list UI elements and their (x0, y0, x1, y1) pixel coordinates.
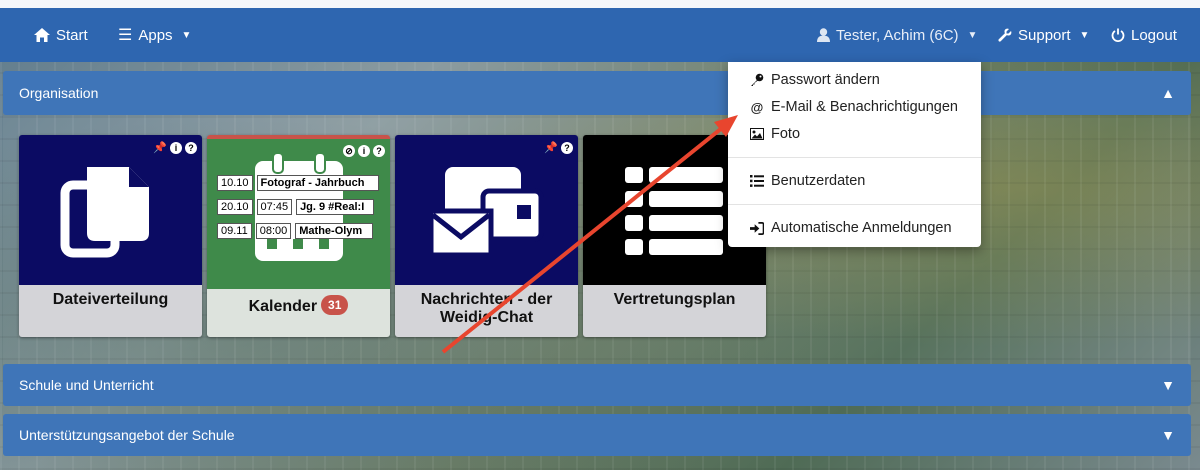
pin-icon[interactable]: 📌 (153, 141, 167, 154)
tile-dateiverteilung-image: 📌 i ? (19, 135, 202, 285)
nav-support[interactable]: Support ▼ (998, 8, 1089, 62)
image-icon (750, 128, 764, 140)
menu-item-foto-label: Foto (771, 126, 801, 142)
tile-kalender[interactable]: 10.10 Fotograf - Jahrbuch 20.10 07:45 Jg… (207, 135, 390, 337)
sign-in-icon (750, 221, 764, 235)
caret-down-icon: ▼ (181, 29, 192, 41)
user-dropdown-menu: Passwort ändern @ E-Mail & Benachrichtig… (728, 62, 981, 247)
pin-icon[interactable]: 📌 (544, 141, 558, 154)
tile-kalender-label-wrap: Kalender 31 (207, 289, 390, 337)
help-icon[interactable]: ? (561, 141, 573, 154)
menu-item-auto-anmeldung[interactable]: Automatische Anmeldungen (750, 220, 952, 236)
calendar-entry-date: 09.11 (217, 223, 252, 239)
panel-schule-header[interactable]: Schule und Unterricht ▼ (3, 364, 1191, 406)
chevron-down-icon: ▼ (1161, 427, 1175, 443)
menu-item-email[interactable]: @ E-Mail & Benachrichtigungen (750, 99, 958, 115)
tile-dateiverteilung-label: Dateiverteilung (19, 285, 202, 337)
tile-kalender-image: 10.10 Fotograf - Jahrbuch 20.10 07:45 Jg… (207, 139, 390, 289)
menu-item-benutzerdaten-label: Benutzerdaten (771, 173, 866, 189)
tile-nachrichten[interactable]: 📌 ? Nachrichten - der Weidig-Chat (395, 135, 578, 337)
help-icon[interactable]: ? (185, 141, 197, 154)
menu-icon: ☰ (118, 27, 133, 44)
tile-kalender-label: Kalender (248, 298, 318, 315)
calendar-entry-date: 10.10 (217, 175, 253, 191)
menu-divider (728, 204, 981, 205)
panel-organisation-title: Organisation (19, 85, 99, 101)
calendar-entry: 10.10 Fotograf - Jahrbuch (217, 175, 379, 191)
nav-user-label: Tester, Achim (6C) (836, 26, 959, 44)
home-icon (34, 28, 50, 42)
menu-item-benutzerdaten[interactable]: Benutzerdaten (750, 173, 865, 189)
nav-support-label: Support (1018, 26, 1071, 44)
calendar-entry-title: Jg. 9 #Real:I (296, 199, 375, 215)
tile-dateiverteilung[interactable]: 📌 i ? Dateiverteilung (19, 135, 202, 337)
list-icon (750, 175, 764, 187)
nav-user-menu[interactable]: Tester, Achim (6C) ▼ (817, 8, 977, 62)
chevron-up-icon: ▲ (1161, 85, 1175, 101)
nav-apps[interactable]: ☰ Apps ▼ (118, 8, 191, 62)
menu-item-foto[interactable]: Foto (750, 126, 800, 142)
copy-icon (60, 167, 149, 258)
caret-down-icon: ▼ (1079, 29, 1090, 41)
caret-down-icon: ▼ (967, 29, 978, 41)
nav-start[interactable]: Start (34, 8, 88, 62)
tile-nachrichten-label: Nachrichten - der Weidig-Chat (395, 285, 578, 337)
menu-item-email-label: E-Mail & Benachrichtigungen (771, 99, 958, 115)
menu-divider (728, 157, 981, 158)
tile-nachrichten-image: 📌 ? (395, 135, 578, 285)
panel-unterstuetzung-title: Unterstützungsangebot der Schule (19, 427, 235, 443)
kalender-count-badge: 31 (321, 295, 349, 315)
at-icon: @ (750, 99, 764, 115)
key-icon (750, 73, 764, 87)
envelopes-icon (428, 167, 544, 258)
panel-organisation-header[interactable]: Organisation ▲ (3, 71, 1191, 115)
hide-icon[interactable]: ⊘ (343, 145, 355, 157)
user-icon (817, 28, 830, 42)
calendar-entry: 20.10 07:45 Jg. 9 #Real:I (217, 199, 375, 215)
menu-item-auto-anmeldung-label: Automatische Anmeldungen (771, 220, 952, 236)
calendar-entry-time: 08:00 (255, 223, 292, 239)
power-icon (1111, 28, 1125, 42)
menu-item-passwort[interactable]: Passwort ändern (750, 72, 880, 88)
chevron-down-icon: ▼ (1161, 377, 1175, 393)
menu-item-passwort-label: Passwort ändern (771, 72, 880, 88)
calendar-entry-title: Mathe-Olym (295, 223, 374, 239)
help-icon[interactable]: ? (373, 145, 385, 157)
panel-unterstuetzung-header[interactable]: Unterstützungsangebot der Schule ▼ (3, 414, 1191, 456)
info-icon[interactable]: i (358, 145, 370, 157)
tile-vertretungsplan-label: Vertretungsplan (583, 285, 766, 337)
calendar-entry-time: 07:45 (256, 199, 293, 215)
calendar-entry-date: 20.10 (217, 199, 253, 215)
wrench-icon (998, 28, 1012, 42)
info-icon[interactable]: i (170, 141, 182, 154)
calendar-entry: 09.11 08:00 Mathe-Olym (217, 223, 374, 239)
nav-logout-label: Logout (1131, 26, 1177, 44)
nav-logout[interactable]: Logout (1111, 8, 1177, 62)
calendar-entry-title: Fotograf - Jahrbuch (256, 175, 379, 191)
panel-schule-title: Schule und Unterricht (19, 377, 154, 393)
top-navbar: Start ☰ Apps ▼ Tester, Achim (6C) ▼ Supp… (0, 0, 1200, 62)
nav-start-label: Start (56, 26, 88, 44)
nav-apps-label: Apps (138, 26, 173, 44)
